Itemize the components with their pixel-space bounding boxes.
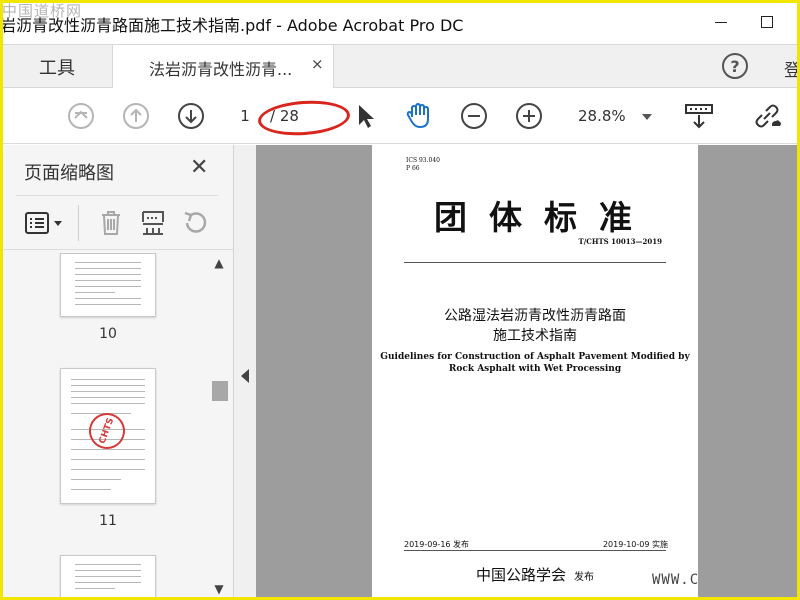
- minimize-button[interactable]: [706, 10, 736, 34]
- thumbnail-list: 10 CHTS 11: [4, 253, 204, 600]
- zoom-out-icon[interactable]: [459, 101, 489, 131]
- page-thumbnail[interactable]: [60, 555, 156, 600]
- thumbnail-toolbar: [4, 197, 234, 249]
- title-bar: 中国道桥网 岩沥青改性沥青路面施工技术指南.pdf - Adobe Acroba…: [0, 0, 800, 44]
- rotate-page-icon[interactable]: [180, 208, 210, 238]
- doc-publisher-name: 中国公路学会: [475, 566, 566, 584]
- delete-page-icon[interactable]: [96, 208, 126, 238]
- sign-in-link[interactable]: 登: [784, 56, 800, 81]
- doc-classification: ICS 93.040 P 66: [406, 157, 440, 173]
- doc-ics: ICS 93.040: [406, 157, 440, 164]
- zoom-in-icon[interactable]: [514, 101, 544, 131]
- thumbnail-scrollbar[interactable]: ▲ ▼: [210, 253, 228, 600]
- page-total: / 28: [270, 107, 299, 125]
- main-toolbar: 1 / 28 28.8%: [0, 88, 800, 144]
- first-page-icon[interactable]: [66, 101, 96, 131]
- scroll-mode-icon[interactable]: [684, 101, 714, 131]
- page-thumbnail[interactable]: [60, 253, 156, 317]
- site-watermark-bottom: WWW.C: [652, 572, 700, 588]
- panel-collapse-strip[interactable]: [234, 145, 256, 600]
- page-thumbnails-panel: 页面缩略图 ✕ 10 CHTS 11 ▲ ▼: [4, 145, 234, 600]
- chevron-down-icon: [642, 114, 652, 120]
- doc-publisher-suffix: 发布: [574, 572, 594, 583]
- doc-rule: [404, 550, 666, 551]
- scrollbar-thumb[interactable]: [212, 381, 228, 401]
- page-thumbnail[interactable]: CHTS: [60, 368, 156, 504]
- doc-publisher: 中国公路学会 发布: [372, 564, 698, 585]
- next-page-icon[interactable]: [176, 101, 206, 131]
- close-panel-icon[interactable]: ✕: [190, 155, 208, 180]
- scroll-up-icon[interactable]: ▲: [213, 257, 225, 269]
- divider: [78, 205, 79, 241]
- doc-code: T/CHTS 10013—2019: [578, 237, 663, 246]
- thumbnail-page-number: 11: [99, 513, 117, 529]
- window-title: 岩沥青改性沥青路面施工技术指南.pdf - Adobe Acrobat Pro …: [0, 16, 464, 35]
- doc-cn-title-line1: 公路湿法岩沥青改性沥青路面: [444, 308, 626, 324]
- help-icon[interactable]: ?: [722, 53, 748, 79]
- maximize-icon: [761, 16, 773, 28]
- document-view[interactable]: ICS 93.040 P 66 团体标准 T/CHTS 10013—2019 公…: [256, 145, 800, 600]
- doc-cn-title-line2: 施工技术指南: [493, 328, 577, 344]
- tab-document[interactable]: 法岩沥青改性沥青... ×: [112, 45, 334, 89]
- zoom-level-value: 28.8%: [578, 107, 626, 125]
- panel-title: 页面缩略图: [24, 163, 114, 184]
- doc-main-title: 团体标准: [434, 198, 654, 237]
- collapse-panel-icon[interactable]: [241, 369, 249, 383]
- scroll-down-icon[interactable]: ▼: [213, 583, 225, 595]
- tab-document-label: 法岩沥青改性沥青...: [149, 60, 293, 79]
- current-page-input[interactable]: 1: [234, 107, 256, 125]
- doc-en-title-line2: Rock Asphalt with Wet Processing: [448, 364, 622, 374]
- page-number-field[interactable]: 1 / 28: [234, 102, 330, 130]
- pdf-page: ICS 93.040 P 66 团体标准 T/CHTS 10013—2019 公…: [372, 145, 698, 600]
- options-menu-button[interactable]: [24, 208, 68, 238]
- doc-effective-date: 2019-10-09 实施: [602, 540, 668, 549]
- share-link-icon[interactable]: [752, 101, 782, 131]
- doc-p: P 66: [406, 165, 420, 172]
- divider: [4, 249, 234, 250]
- tab-row: 工具 法岩沥青改性沥青... × ? 登: [0, 44, 800, 89]
- doc-rule: [404, 262, 666, 263]
- extract-page-icon[interactable]: [138, 208, 168, 238]
- thumbnail-page-number: 10: [99, 326, 117, 342]
- tab-tools[interactable]: 工具: [4, 45, 110, 88]
- previous-page-icon[interactable]: [121, 101, 151, 131]
- seal-stamp: CHTS: [83, 407, 131, 455]
- select-tool-icon[interactable]: [350, 101, 380, 131]
- minimize-icon: [715, 21, 727, 23]
- hand-tool-icon[interactable]: [404, 101, 434, 131]
- zoom-level-dropdown[interactable]: 28.8%: [570, 102, 658, 130]
- divider: [16, 195, 218, 196]
- close-tab-icon[interactable]: ×: [311, 55, 324, 73]
- doc-publish-date: 2019-09-16 发布: [404, 540, 470, 549]
- doc-en-title-line1: Guidelines for Construction of Asphalt P…: [380, 352, 690, 362]
- maximize-button[interactable]: [752, 10, 782, 34]
